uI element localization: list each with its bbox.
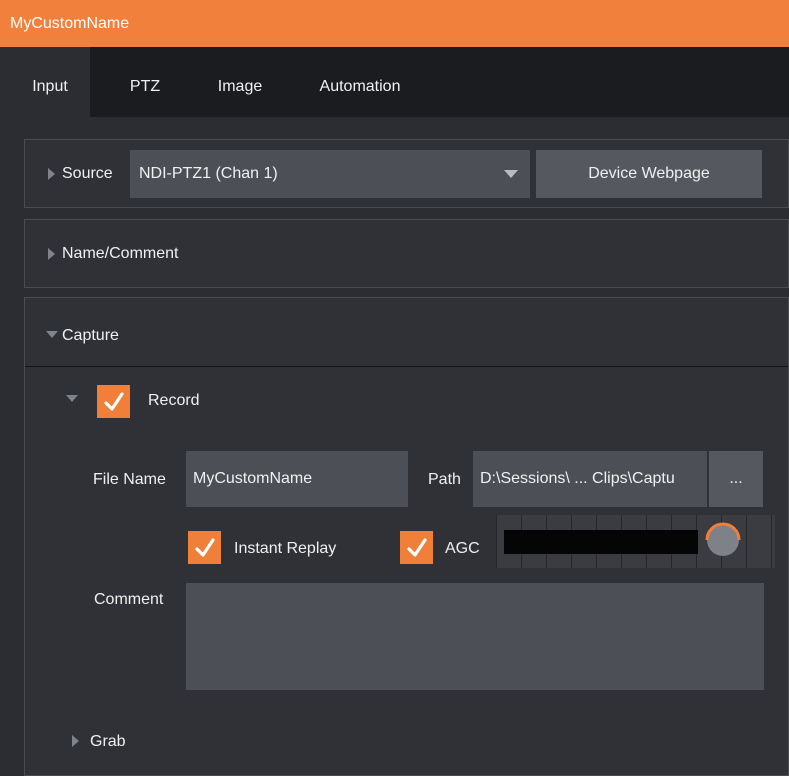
input-tab-content: Source NDI-PTZ1 (Chan 1) Device Webpage … (10, 117, 789, 776)
expand-grab-icon[interactable] (72, 735, 79, 747)
name-comment-header[interactable]: Name/Comment (62, 245, 178, 263)
path-label: Path (428, 471, 461, 488)
source-value: NDI-PTZ1 (Chan 1) (139, 165, 278, 182)
device-webpage-button[interactable]: Device Webpage (536, 150, 762, 198)
caret-down-icon (504, 170, 518, 178)
volume-knob-icon[interactable] (704, 521, 742, 559)
file-name-input[interactable]: MyCustomName (186, 451, 408, 507)
instant-replay-label: Instant Replay (234, 540, 337, 557)
expand-source-icon[interactable] (48, 168, 55, 180)
file-name-label: File Name (93, 471, 166, 488)
source-label: Source (62, 165, 113, 182)
collapse-capture-icon[interactable] (46, 331, 58, 338)
source-section: Source NDI-PTZ1 (Chan 1) Device Webpage (24, 139, 789, 208)
browse-path-button[interactable]: ... (709, 451, 763, 507)
comment-textarea[interactable] (186, 583, 764, 690)
checkmark-icon (194, 537, 215, 557)
record-label: Record (148, 392, 200, 409)
agc-label: AGC (445, 540, 480, 557)
collapse-record-icon[interactable] (66, 395, 78, 402)
audio-level-bar (504, 530, 698, 554)
tab-image[interactable]: Image (200, 47, 280, 117)
source-dropdown[interactable]: NDI-PTZ1 (Chan 1) (130, 150, 530, 198)
checkmark-icon (103, 391, 124, 411)
record-checkbox[interactable] (97, 385, 130, 418)
path-input[interactable]: D:\Sessions\ ... Clips\Captu (473, 451, 707, 507)
tab-bar: Input PTZ Image Automation (10, 47, 789, 117)
name-comment-section: Name/Comment (24, 219, 789, 288)
tab-input[interactable]: Input (10, 47, 90, 117)
comment-label: Comment (94, 591, 164, 608)
tab-ptz[interactable]: PTZ (110, 47, 180, 117)
window-title: MyCustomName (0, 0, 789, 47)
volume-knob-svg (705, 522, 741, 556)
capture-divider (25, 366, 788, 367)
audio-level-meter (496, 515, 775, 568)
checkmark-icon (406, 537, 427, 557)
tab-automation[interactable]: Automation (300, 47, 420, 117)
agc-checkbox[interactable] (400, 531, 433, 564)
capture-header[interactable]: Capture (62, 327, 119, 345)
instant-replay-checkbox[interactable] (188, 531, 221, 564)
expand-name-comment-icon[interactable] (48, 248, 55, 260)
grab-header[interactable]: Grab (90, 733, 126, 751)
